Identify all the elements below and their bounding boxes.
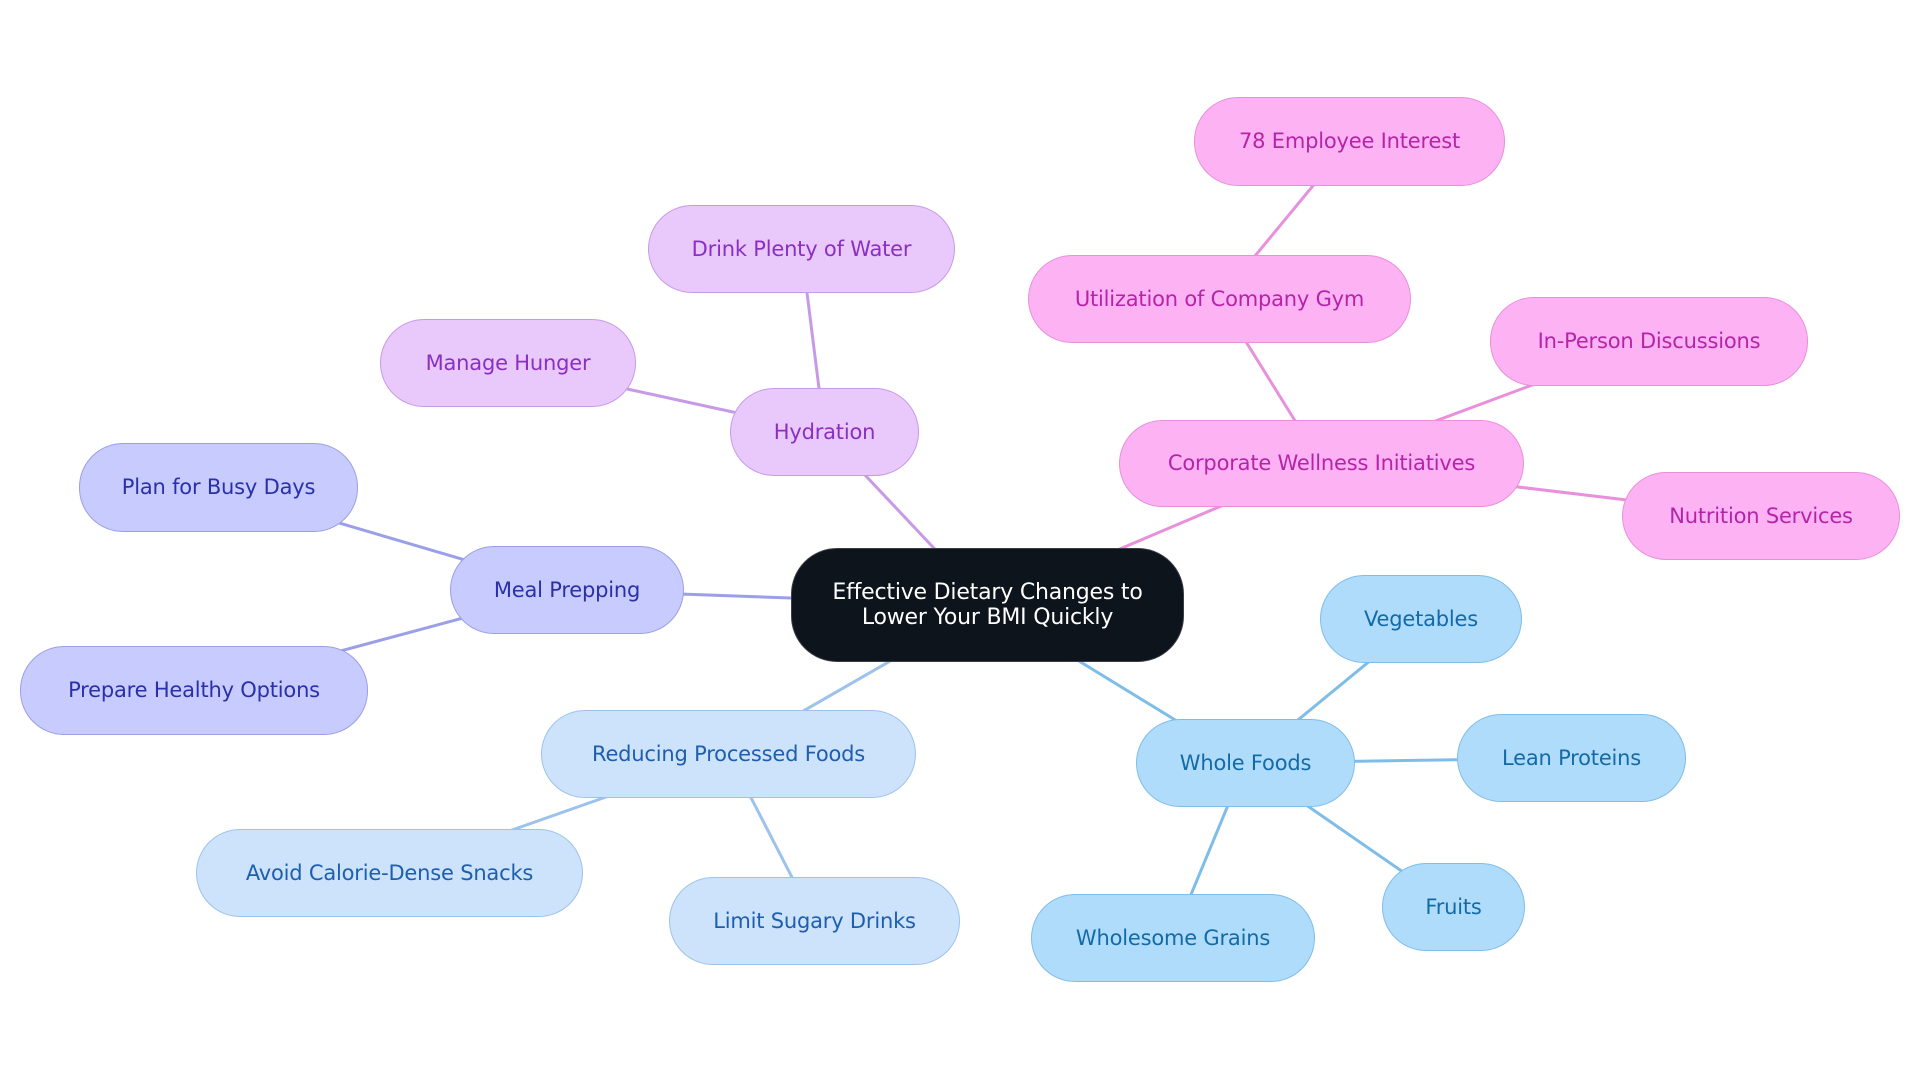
node-prepare-healthy-options-label: Prepare Healthy Options (68, 678, 320, 702)
node-in-person-discussions[interactable]: In-Person Discussions (1490, 297, 1808, 386)
node-limit-sugary-drinks[interactable]: Limit Sugary Drinks (669, 877, 960, 965)
node-whole-foods[interactable]: Whole Foods (1136, 719, 1355, 807)
node-prepare-healthy-options[interactable]: Prepare Healthy Options (20, 646, 368, 735)
node-plan-for-busy-days[interactable]: Plan for Busy Days (79, 443, 358, 532)
node-fruits-label: Fruits (1425, 894, 1482, 919)
node-utilization-of-company-gym[interactable]: Utilization of Company Gym (1028, 255, 1411, 343)
root-node-label: Effective Dietary Changes to Lower Your … (832, 580, 1143, 630)
node-vegetables-label: Vegetables (1363, 606, 1479, 631)
node-reducing-processed-foods[interactable]: Reducing Processed Foods (541, 710, 916, 798)
node-reducing-processed-foods-label: Reducing Processed Foods (592, 741, 865, 766)
node-avoid-calorie-dense-snacks-label: Avoid Calorie-Dense Snacks (245, 860, 534, 885)
node-manage-hunger-label: Manage Hunger (425, 350, 591, 375)
node-nutrition-services[interactable]: Nutrition Services (1622, 472, 1900, 560)
node-drink-plenty-of-water-label: Drink Plenty of Water (691, 236, 912, 261)
node-vegetables[interactable]: Vegetables (1320, 575, 1522, 663)
node-plan-for-busy-days-label: Plan for Busy Days (121, 475, 316, 499)
node-meal-prepping-label: Meal Prepping (493, 577, 641, 602)
node-utilization-of-company-gym-label: Utilization of Company Gym (1074, 286, 1365, 311)
node-in-person-discussions-label: In-Person Discussions (1537, 329, 1761, 353)
node-hydration-label: Hydration (773, 419, 876, 444)
node-lean-proteins-label: Lean Proteins (1501, 745, 1642, 770)
root-node[interactable]: Effective Dietary Changes to Lower Your … (791, 548, 1184, 662)
node-corporate-wellness-initiatives[interactable]: Corporate Wellness Initiatives (1119, 420, 1524, 507)
node-limit-sugary-drinks-label: Limit Sugary Drinks (713, 908, 916, 933)
node-lean-proteins[interactable]: Lean Proteins (1457, 714, 1686, 802)
node-meal-prepping[interactable]: Meal Prepping (450, 546, 684, 634)
node-fruits[interactable]: Fruits (1382, 863, 1525, 951)
node-hydration[interactable]: Hydration (730, 388, 919, 476)
node-avoid-calorie-dense-snacks[interactable]: Avoid Calorie-Dense Snacks (196, 829, 583, 917)
node-78-employee-interest-label: 78 Employee Interest (1238, 129, 1460, 153)
node-78-employee-interest[interactable]: 78 Employee Interest (1194, 97, 1505, 186)
node-wholesome-grains[interactable]: Wholesome Grains (1031, 894, 1315, 982)
node-wholesome-grains-label: Wholesome Grains (1075, 925, 1271, 950)
node-corporate-wellness-initiatives-label: Corporate Wellness Initiatives (1167, 451, 1476, 475)
node-nutrition-services-label: Nutrition Services (1669, 503, 1853, 528)
node-whole-foods-label: Whole Foods (1179, 750, 1312, 775)
node-manage-hunger[interactable]: Manage Hunger (380, 319, 636, 407)
node-drink-plenty-of-water[interactable]: Drink Plenty of Water (648, 205, 955, 293)
